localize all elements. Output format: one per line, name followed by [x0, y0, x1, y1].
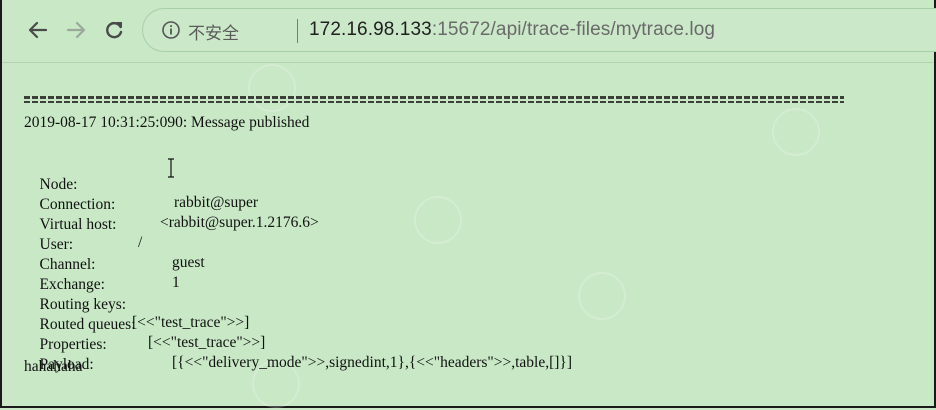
watermark-logo: [578, 272, 626, 320]
watermark-logo: [414, 196, 462, 244]
field-value: [{<<"delivery_mode">>,signedint,1},{<<"h…: [172, 354, 573, 371]
field-value: rabbit@super: [174, 194, 259, 211]
url-text[interactable]: 172.16.98.133:15672/api/trace-files/mytr…: [309, 19, 715, 41]
watermark-logo: [772, 108, 820, 156]
browser-toolbar: 不安全 172.16.98.133:15672/api/trace-files/…: [2, 0, 936, 63]
info-icon[interactable]: [161, 20, 181, 40]
url-path: :15672/api/trace-files/mytrace.log: [431, 19, 716, 40]
reload-icon: [106, 22, 123, 39]
reload-button[interactable]: [98, 14, 130, 46]
trace-header: 2019-08-17 10:31:25:090: Message publish…: [24, 114, 310, 131]
forward-button[interactable]: [60, 14, 92, 46]
address-bar[interactable]: 不安全 172.16.98.133:15672/api/trace-files/…: [142, 8, 936, 52]
back-arrow-icon: [28, 21, 48, 39]
field-value: <rabbit@super.1.2176.6>: [160, 214, 319, 231]
separator-line: [24, 101, 844, 103]
field-value: [<<"test_trace">>]: [148, 334, 266, 351]
field-value: guest: [172, 254, 205, 271]
watermark-logo: [248, 64, 296, 112]
field-value: /: [138, 234, 143, 251]
omnibox-divider: [297, 19, 298, 43]
browser-window: 不安全 172.16.98.133:15672/api/trace-files/…: [0, 0, 936, 408]
url-host: 172.16.98.133: [309, 19, 432, 40]
back-button[interactable]: [22, 14, 54, 46]
payload-text: hahahaha: [24, 358, 83, 375]
text-cursor-icon: [168, 158, 174, 178]
field-value: 1: [172, 274, 180, 291]
forward-arrow-icon: [66, 21, 86, 39]
separator-line: [24, 96, 844, 99]
field-value: [<<"test_trace">>]: [132, 314, 250, 331]
security-label[interactable]: 不安全: [188, 19, 239, 44]
